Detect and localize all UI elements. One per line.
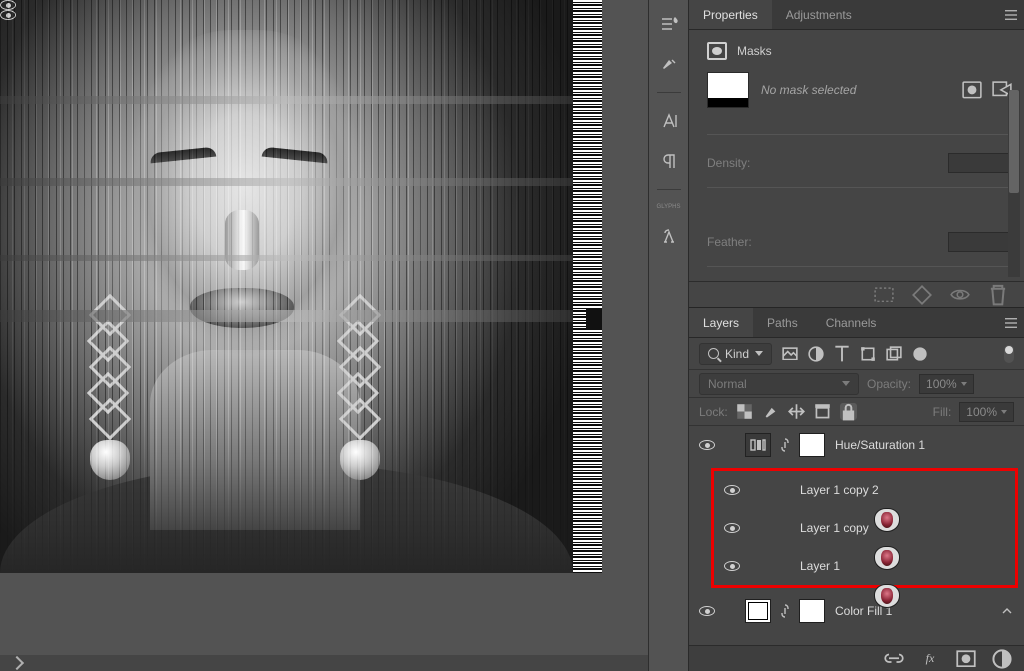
layer-style-icon[interactable]: fx bbox=[920, 650, 940, 668]
right-panel-column: Properties Adjustments Masks No mask sel… bbox=[688, 0, 1024, 671]
layer-row[interactable]: Layer 1 copy 2 bbox=[714, 471, 1015, 509]
layer-list: Hue/Saturation 1 Layer 1 copy 2 Layer 1 … bbox=[689, 426, 1024, 645]
add-pixel-mask-icon[interactable] bbox=[962, 81, 982, 99]
load-selection-from-mask-icon[interactable] bbox=[874, 286, 894, 304]
opacity-value-input[interactable]: 100% bbox=[919, 374, 974, 394]
lock-image-pixels-icon[interactable] bbox=[762, 403, 779, 420]
apply-mask-icon[interactable] bbox=[912, 286, 932, 304]
lock-all-icon[interactable] bbox=[840, 403, 857, 420]
panel-menu-icon[interactable] bbox=[998, 308, 1024, 337]
filter-adjustment-layers-icon[interactable] bbox=[808, 346, 824, 362]
layer-filter-kind-label: Kind bbox=[725, 347, 749, 361]
canvas-area bbox=[0, 0, 648, 671]
brushes-icon[interactable] bbox=[655, 50, 683, 78]
tab-adjustments[interactable]: Adjustments bbox=[772, 0, 866, 29]
layer-filter-kind-dropdown[interactable]: Kind bbox=[699, 343, 772, 365]
fill-label: Fill: bbox=[933, 405, 952, 419]
layer-name: Layer 1 copy 2 bbox=[800, 483, 879, 497]
chevron-right-icon[interactable] bbox=[10, 656, 24, 670]
link-layers-icon[interactable] bbox=[884, 650, 904, 668]
document-canvas[interactable] bbox=[0, 0, 602, 573]
visibility-eye-icon[interactable] bbox=[699, 440, 715, 450]
filter-type-layers-icon[interactable] bbox=[834, 346, 850, 362]
layer-filter-toggle[interactable] bbox=[1004, 345, 1014, 363]
collapsed-panel-dock: GLYPHS bbox=[648, 0, 688, 671]
disable-mask-icon[interactable] bbox=[950, 286, 970, 304]
canvas-right-margin-noise bbox=[573, 0, 602, 573]
lock-label: Lock: bbox=[699, 405, 728, 419]
layers-panel: Layers Paths Channels Kind bbox=[689, 307, 1024, 671]
brush-settings-icon[interactable] bbox=[655, 10, 683, 38]
layer-row[interactable]: Hue/Saturation 1 bbox=[689, 426, 1024, 464]
lock-position-icon[interactable] bbox=[788, 403, 805, 420]
chevron-down-icon bbox=[842, 381, 850, 386]
chevron-down-icon bbox=[1001, 410, 1007, 414]
layer-collapse-icon[interactable] bbox=[1000, 604, 1014, 618]
mask-type-icon bbox=[707, 42, 727, 60]
filter-artboard-icon[interactable] bbox=[912, 346, 928, 362]
adjustment-layer-thumb bbox=[745, 433, 771, 457]
chevron-down-icon bbox=[961, 382, 967, 386]
properties-scrollbar[interactable] bbox=[1008, 90, 1020, 277]
layer-name: Layer 1 copy bbox=[800, 521, 869, 535]
fill-layer-thumb bbox=[745, 599, 771, 623]
feather-value[interactable] bbox=[948, 232, 1012, 252]
masks-section-label: Masks bbox=[737, 44, 772, 58]
horizontal-scrollbar[interactable] bbox=[0, 655, 648, 671]
visibility-eye-icon[interactable] bbox=[699, 606, 715, 616]
layer-name: Layer 1 bbox=[800, 559, 840, 573]
tab-layers[interactable]: Layers bbox=[689, 308, 753, 337]
filter-shape-layers-icon[interactable] bbox=[860, 346, 876, 362]
tab-channels[interactable]: Channels bbox=[812, 308, 891, 337]
filter-pixel-layers-icon[interactable] bbox=[782, 346, 798, 362]
filter-smartobject-layers-icon[interactable] bbox=[886, 346, 902, 362]
add-layer-mask-icon[interactable] bbox=[956, 650, 976, 668]
link-mask-icon[interactable] bbox=[781, 438, 789, 452]
tab-properties[interactable]: Properties bbox=[689, 0, 772, 29]
mask-preview-thumb bbox=[707, 72, 749, 108]
tab-paths[interactable]: Paths bbox=[753, 308, 812, 337]
lock-artboard-nesting-icon[interactable] bbox=[814, 403, 831, 420]
link-mask-icon[interactable] bbox=[781, 604, 789, 618]
layer-name: Hue/Saturation 1 bbox=[835, 438, 925, 452]
blend-mode-dropdown[interactable]: Normal bbox=[699, 373, 859, 395]
highlighted-layer-group: Layer 1 copy 2 Layer 1 copy Layer 1 bbox=[711, 468, 1018, 588]
panel-menu-icon[interactable] bbox=[998, 0, 1024, 29]
properties-panel: Properties Adjustments Masks No mask sel… bbox=[689, 0, 1024, 307]
no-mask-selected-text: No mask selected bbox=[761, 83, 856, 97]
visibility-eye-icon[interactable] bbox=[724, 561, 740, 571]
layer-mask-thumb[interactable] bbox=[799, 599, 825, 623]
lock-transparent-pixels-icon[interactable] bbox=[736, 403, 753, 420]
feather-label: Feather: bbox=[707, 235, 752, 249]
visibility-eye-icon[interactable] bbox=[724, 485, 740, 495]
density-value[interactable] bbox=[948, 153, 1012, 173]
new-adjustment-layer-icon[interactable] bbox=[992, 650, 1012, 668]
layer-row[interactable]: Color Fill 1 bbox=[689, 592, 1024, 630]
layer-thumb bbox=[874, 546, 900, 570]
document-image bbox=[0, 0, 573, 573]
character-panel-icon[interactable] bbox=[655, 107, 683, 135]
opacity-label: Opacity: bbox=[867, 377, 911, 391]
blend-mode-value: Normal bbox=[708, 377, 747, 391]
fill-value-input[interactable]: 100% bbox=[959, 402, 1014, 422]
search-icon bbox=[708, 348, 719, 359]
layer-mask-thumb[interactable] bbox=[799, 433, 825, 457]
density-label: Density: bbox=[707, 156, 750, 170]
layer-thumb bbox=[874, 508, 900, 532]
glyphs-panel-label: GLYPHS bbox=[657, 204, 681, 211]
paragraph-panel-icon[interactable] bbox=[655, 147, 683, 175]
visibility-eye-icon[interactable] bbox=[724, 523, 740, 533]
layer-thumb bbox=[874, 584, 900, 608]
chevron-down-icon bbox=[755, 351, 763, 356]
layer-row[interactable]: Layer 1 bbox=[714, 547, 1015, 585]
layer-row[interactable]: Layer 1 copy bbox=[714, 509, 1015, 547]
delete-mask-icon[interactable] bbox=[988, 286, 1008, 304]
glyphs-panel-icon[interactable] bbox=[655, 223, 683, 251]
